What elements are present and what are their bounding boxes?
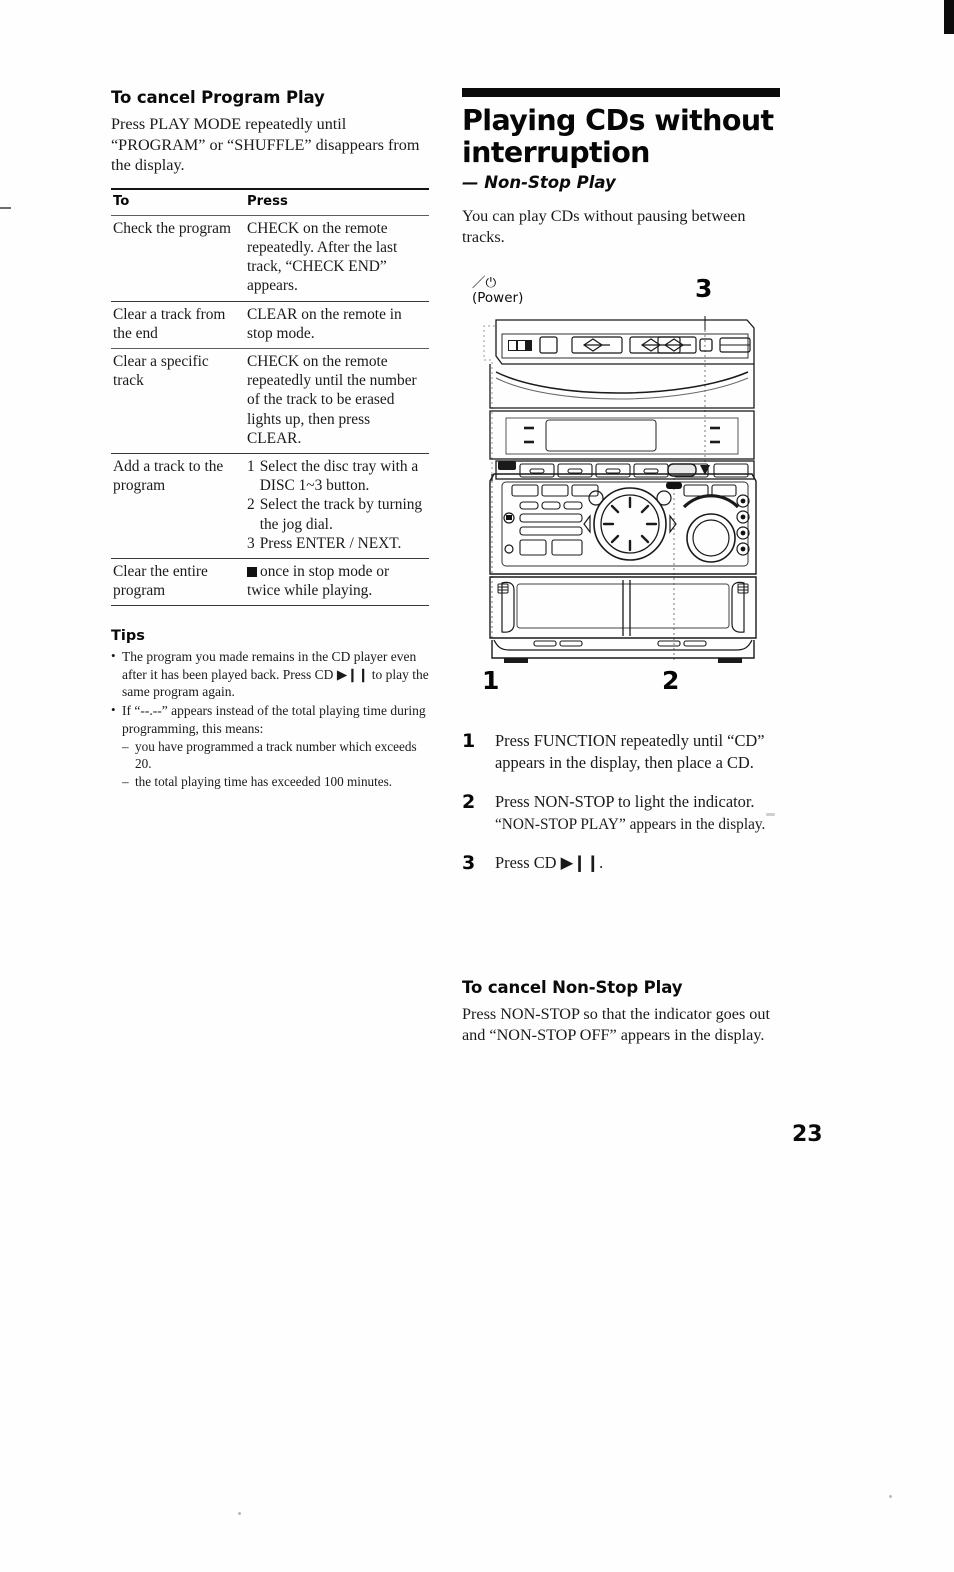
step-2-text: Press NON-STOP to light the indicator. “… bbox=[495, 791, 792, 834]
step-3: 3 Press CD ▶❙❙. bbox=[462, 852, 792, 875]
step-2-main: Press NON-STOP to light the indicator. bbox=[495, 792, 755, 811]
scan-speck bbox=[238, 1512, 241, 1515]
table-row: Clear a specific track CHECK on the remo… bbox=[111, 347, 429, 454]
row-press-steps: 1 Select the disc tray with a DISC 1~3 b… bbox=[245, 452, 429, 559]
press-step-text: Select the track by turning the jog dial… bbox=[259, 496, 423, 533]
tip-item: If “--.--” appears instead of the total … bbox=[111, 701, 433, 791]
tip-subitem: the total playing time has exceeded 100 … bbox=[122, 773, 433, 790]
press-step: 3 Press ENTER / NEXT. bbox=[247, 534, 423, 553]
scan-corner-mark bbox=[944, 0, 954, 34]
stop-square-icon bbox=[247, 566, 257, 577]
row-press-text: once in stop mode or twice while playing… bbox=[247, 562, 390, 600]
procedure-steps: 1 Press FUNCTION repeatedly until “CD” a… bbox=[462, 730, 792, 893]
press-step-list: 1 Select the disc tray with a DISC 1~3 b… bbox=[247, 457, 423, 553]
row-to: Clear the entire program bbox=[111, 557, 245, 607]
play-pause-icon: ▶❙❙ bbox=[560, 853, 600, 872]
left-column: To cancel Program Play Press PLAY MODE r… bbox=[111, 88, 433, 792]
step-3-text-before: Press CD bbox=[495, 853, 561, 872]
press-step-text: Press ENTER / NEXT. bbox=[259, 534, 402, 552]
row-press: CLEAR on the remote in stop mode. bbox=[245, 300, 429, 349]
press-step-number: 3 bbox=[247, 534, 255, 552]
intro-text: You can play CDs without pausing between… bbox=[462, 207, 746, 246]
page-subtitle: — Non-Stop Play bbox=[462, 173, 616, 192]
row-to: Clear a track from the end bbox=[111, 300, 245, 349]
manual-page: To cancel Program Play Press PLAY MODE r… bbox=[0, 0, 954, 1572]
tips-list: The program you made remains in the CD p… bbox=[111, 647, 433, 791]
table-header-row: To Press bbox=[111, 187, 429, 216]
row-press: once in stop mode or twice while playing… bbox=[245, 557, 429, 607]
tip-sublist: you have programmed a track number which… bbox=[122, 738, 433, 791]
cancel-nonstop-body: Press NON-STOP so that the indicator goe… bbox=[462, 1005, 770, 1044]
row-to: Check the program bbox=[111, 214, 245, 302]
step-2-number: 2 bbox=[462, 791, 476, 813]
tips-heading: Tips bbox=[111, 628, 145, 645]
row-to: Clear a specific track bbox=[111, 347, 245, 454]
page-number: 23 bbox=[792, 1122, 823, 1147]
press-step: 2 Select the track by turning the jog di… bbox=[247, 495, 423, 533]
cancel-program-heading: To cancel Program Play bbox=[111, 88, 325, 107]
stereo-system-diagram: ／⏻ (Power) 3 1 2 bbox=[462, 268, 802, 718]
press-step-text: Select the disc tray with a DISC 1~3 but… bbox=[259, 457, 419, 495]
step-1: 1 Press FUNCTION repeatedly until “CD” a… bbox=[462, 730, 792, 773]
press-step-number: 1 bbox=[247, 457, 255, 475]
cancel-nonstop-section: To cancel Non-Stop Play Press NON-STOP s… bbox=[462, 978, 792, 1045]
tip-text: If “--.--” appears instead of the total … bbox=[122, 703, 426, 736]
press-step: 1 Select the disc tray with a DISC 1~3 b… bbox=[247, 457, 423, 495]
table-row: Check the program CHECK on the remote re… bbox=[111, 214, 429, 302]
row-press: CHECK on the remote repeatedly. After th… bbox=[245, 214, 429, 302]
title-rule bbox=[462, 88, 780, 97]
row-press: CHECK on the remote repeatedly until the… bbox=[245, 347, 429, 454]
table-header-to: To bbox=[111, 187, 245, 216]
cancel-program-body: Press PLAY MODE repeatedly until “PROGRA… bbox=[111, 115, 420, 174]
table-row: Clear the entire program once in stop mo… bbox=[111, 557, 429, 607]
step-2: 2 Press NON-STOP to light the indicator.… bbox=[462, 791, 792, 834]
right-column: Playing CDs without interruption — Non-S… bbox=[462, 88, 792, 247]
tips-section: Tips The program you made remains in the… bbox=[111, 628, 433, 790]
page-title: Playing CDs without interruption bbox=[462, 104, 774, 169]
row-to: Add a track to the program bbox=[111, 452, 245, 559]
press-step-number: 2 bbox=[247, 496, 255, 514]
table-row: Clear a track from the end CLEAR on the … bbox=[111, 300, 429, 349]
tip-item: The program you made remains in the CD p… bbox=[111, 647, 433, 700]
scan-speck bbox=[889, 1495, 892, 1498]
stereo-unit-illustration bbox=[483, 316, 757, 663]
step-2-sub: “NON-STOP PLAY” appears in the display. bbox=[495, 815, 766, 833]
step-3-number: 3 bbox=[462, 852, 476, 874]
tip-subitem: you have programmed a track number which… bbox=[122, 738, 433, 772]
program-operations-table: To Press Check the program CHECK on the … bbox=[111, 187, 429, 607]
step-1-text: Press FUNCTION repeatedly until “CD” app… bbox=[495, 731, 765, 772]
table-header-press: Press bbox=[245, 187, 429, 216]
play-pause-icon: ▶❙❙ bbox=[336, 666, 369, 682]
cancel-nonstop-heading: To cancel Non-Stop Play bbox=[462, 978, 683, 997]
step-3-text-after: . bbox=[599, 853, 604, 872]
table-row: Add a track to the program 1 Select the … bbox=[111, 452, 429, 559]
step-1-number: 1 bbox=[462, 730, 476, 752]
scan-edge-dash bbox=[0, 207, 11, 209]
step-3-text: Press CD ▶❙❙. bbox=[495, 852, 792, 875]
